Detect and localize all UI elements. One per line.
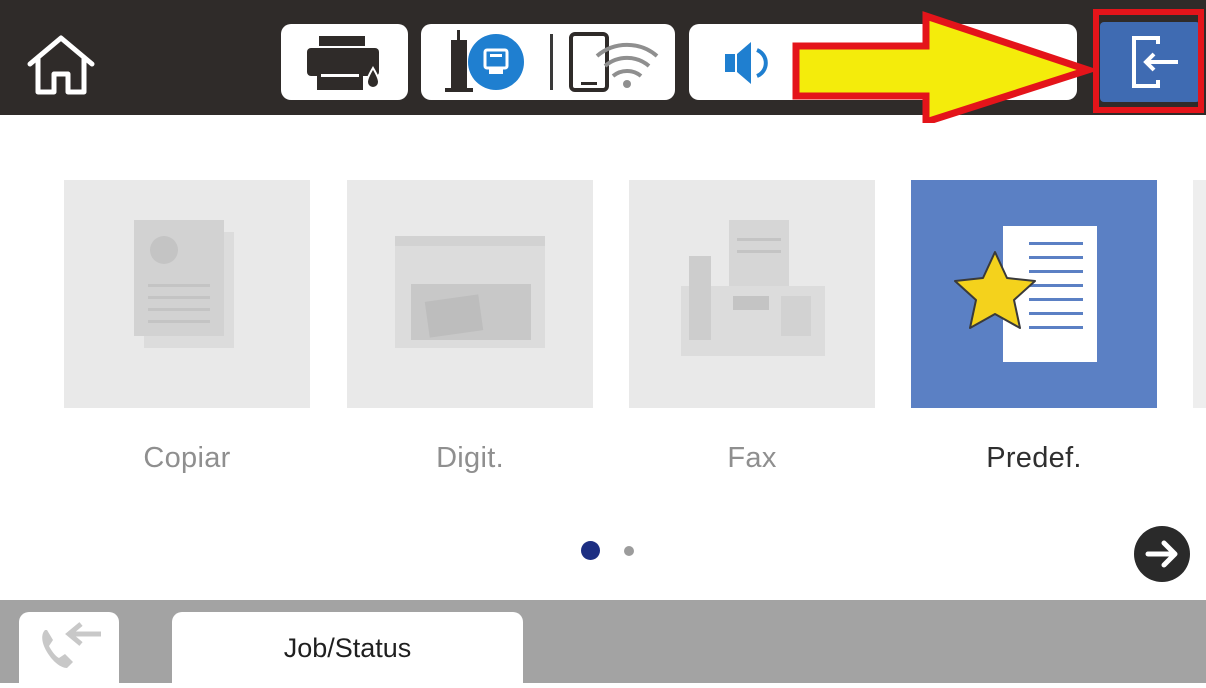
tile-scan[interactable] [347,180,593,408]
next-page-button[interactable] [1134,526,1190,582]
call-button[interactable] [19,612,119,683]
network-icon [445,30,524,92]
page-dot[interactable] [624,546,634,556]
printer-status-button[interactable] [281,24,408,100]
tile-label-fax: Fax [727,442,777,474]
yellow-arrow-icon [792,11,1095,123]
volume-icon [725,42,768,84]
arrow-right-icon [1145,540,1178,568]
tile-label-preset: Predef. [986,442,1082,474]
tile-label-scan: Digit. [436,442,504,474]
scanner-icon [395,236,545,348]
printer-ink-icon [307,36,381,90]
tile-label-copy: Copiar [143,442,231,474]
divider [550,34,553,90]
tile-preset[interactable] [911,180,1157,408]
function-tiles: Copiar Digit. Fax Predef. [0,180,1206,480]
bottom-bar: Job/Status [0,600,1206,683]
network-status-button[interactable] [421,24,675,100]
phone-forward-icon [42,622,101,668]
home-button[interactable] [24,34,98,96]
tile-fax[interactable] [629,180,875,408]
logout-highlight-box [1093,9,1204,113]
page-dot-active[interactable] [581,541,600,560]
copy-document-icon [134,220,234,348]
fax-icon [681,220,825,356]
tile-copy[interactable] [64,180,310,408]
wifi-icon [569,32,659,92]
preset-star-document-icon [954,226,1097,362]
home-icon [27,35,95,95]
job-status-button[interactable]: Job/Status [172,612,523,683]
next-tile-edge [1193,180,1206,408]
